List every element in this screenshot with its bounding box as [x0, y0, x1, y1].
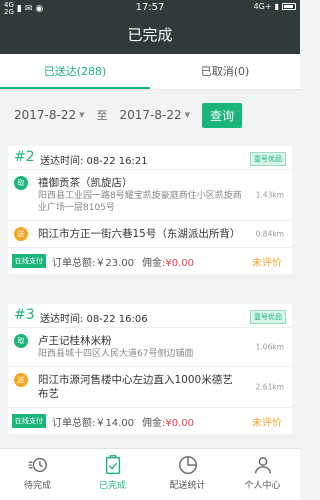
- commission-value: ¥0.00: [165, 257, 195, 269]
- order-header: #3 送达时间: 08-22 16:06 壹号优品: [8, 304, 292, 328]
- commission-label: 佣金:: [142, 257, 166, 269]
- end-date-select[interactable]: 2017-8-22 ▼: [120, 108, 191, 122]
- chevron-down-icon: ▼: [184, 111, 190, 119]
- delivery-time: 送达时间: 08-22 16:21: [40, 156, 148, 167]
- rating-status[interactable]: 未评价: [252, 254, 282, 269]
- pickup-icon: 取: [14, 334, 28, 348]
- dropoff-distance: 0.84km: [255, 229, 284, 239]
- nav-statistics-label: 配送统计: [169, 481, 206, 491]
- dropoff-icon: 送: [14, 227, 28, 241]
- query-button[interactable]: 查询: [202, 102, 243, 128]
- dropoff-name: 阳江市源河售楼中心左边直入1000米德艺布艺: [38, 374, 233, 400]
- merchant-badge: 壹号优品: [250, 152, 286, 166]
- pickup-distance: 1.06km: [255, 342, 284, 352]
- bottom-nav: 待完成 已完成 配送统计 个人中心: [0, 448, 300, 500]
- tab-delivered[interactable]: 已送达(288): [0, 54, 150, 89]
- clock-list-icon: [28, 457, 47, 473]
- pickup-address: 阳西县城十四区人民大道67号侧边铺面: [38, 349, 194, 359]
- pickup-location[interactable]: 取 禧御贡茶（凯旋店） 阳西县工业园一路8号耀宝凯旋豪庭商住小区凯旋商业广场一层…: [8, 170, 292, 221]
- date-filter: 2017-8-22 ▼ 至 2017-8-22 ▼ 查询: [0, 90, 300, 140]
- dropoff-location[interactable]: 送 阳江市方正一街六巷15号（东湖派出所背） 0.84km: [8, 221, 292, 248]
- status-bar: 4G 2G ▮ ✉ ◉ 17:57 4G+ ▮: [0, 0, 300, 16]
- commission-label: 佣金:: [142, 417, 166, 429]
- signal-strength-icon: ▮: [274, 2, 279, 11]
- order-total: 订单总额:￥23.00: [52, 257, 134, 269]
- pickup-location[interactable]: 取 卢王记桂林米粉 阳西县城十四区人民大道67号侧边铺面 1.06km: [8, 328, 292, 367]
- nav-pending-label: 待完成: [23, 481, 51, 491]
- pickup-icon: 取: [14, 176, 28, 190]
- payment-badge: 在线支付: [12, 414, 46, 428]
- payment-badge: 在线支付: [12, 254, 46, 268]
- order-total: 订单总额:￥14.00: [52, 417, 134, 429]
- person-icon: [254, 456, 271, 474]
- commission-value: ¥0.00: [165, 417, 195, 429]
- pie-chart-icon: [178, 456, 197, 474]
- dropoff-name: 阳江市方正一街六巷15号（东湖派出所背）: [38, 228, 241, 240]
- start-date-value: 2017-8-22: [14, 108, 77, 122]
- nav-profile[interactable]: 个人中心: [225, 449, 300, 500]
- merchant-badge: 壹号优品: [250, 310, 286, 324]
- commission: 佣金:¥0.00: [142, 254, 194, 269]
- network-label: 4G+: [253, 2, 272, 11]
- chevron-down-icon: ▼: [79, 111, 85, 119]
- order-footer: 在线支付 订单总额:￥14.00 佣金:¥0.00 未评价: [8, 408, 292, 434]
- order-footer: 在线支付 订单总额:￥23.00 佣金:¥0.00 未评价: [8, 248, 292, 274]
- rating-status[interactable]: 未评价: [252, 414, 282, 429]
- order-card[interactable]: #2 送达时间: 08-22 16:21 壹号优品 取 禧御贡茶（凯旋店） 阳西…: [8, 146, 292, 274]
- dropoff-distance: 2.61km: [255, 382, 284, 392]
- tab-cancelled[interactable]: 已取消(0): [150, 54, 300, 89]
- nav-completed[interactable]: 已完成: [75, 449, 150, 500]
- pickup-distance: 1.43km: [255, 190, 284, 200]
- tab-bar: 已送达(288) 已取消(0): [0, 54, 300, 90]
- delivery-time: 送达时间: 08-22 16:06: [40, 314, 148, 325]
- dropoff-icon: 送: [14, 373, 28, 387]
- start-date-select[interactable]: 2017-8-22 ▼: [14, 108, 85, 122]
- nav-statistics[interactable]: 配送统计: [150, 449, 225, 500]
- page-title: 已完成: [0, 16, 300, 54]
- order-number: #3: [14, 307, 35, 323]
- battery-icon: [282, 3, 296, 10]
- order-header: #2 送达时间: 08-22 16:21 壹号优品: [8, 146, 292, 170]
- order-card[interactable]: #3 送达时间: 08-22 16:06 壹号优品 取 卢王记桂林米粉 阳西县城…: [8, 304, 292, 434]
- pickup-name: 禧御贡茶（凯旋店）: [38, 177, 133, 189]
- date-separator: 至: [96, 109, 108, 122]
- nav-completed-label: 已完成: [98, 481, 126, 491]
- commission: 佣金:¥0.00: [142, 414, 194, 429]
- nav-pending[interactable]: 待完成: [0, 449, 75, 500]
- pickup-address: 阳西县工业园一路8号耀宝凯旋豪庭商住小区凯旋商业广场一层8105号: [38, 191, 242, 213]
- end-date-value: 2017-8-22: [119, 108, 182, 122]
- check-clipboard-icon: [105, 455, 120, 474]
- order-number: #2: [14, 149, 35, 165]
- pickup-name: 卢王记桂林米粉: [38, 335, 112, 347]
- dropoff-location[interactable]: 送 阳江市源河售楼中心左边直入1000米德艺布艺 2.61km: [8, 367, 292, 408]
- nav-profile-label: 个人中心: [244, 481, 281, 491]
